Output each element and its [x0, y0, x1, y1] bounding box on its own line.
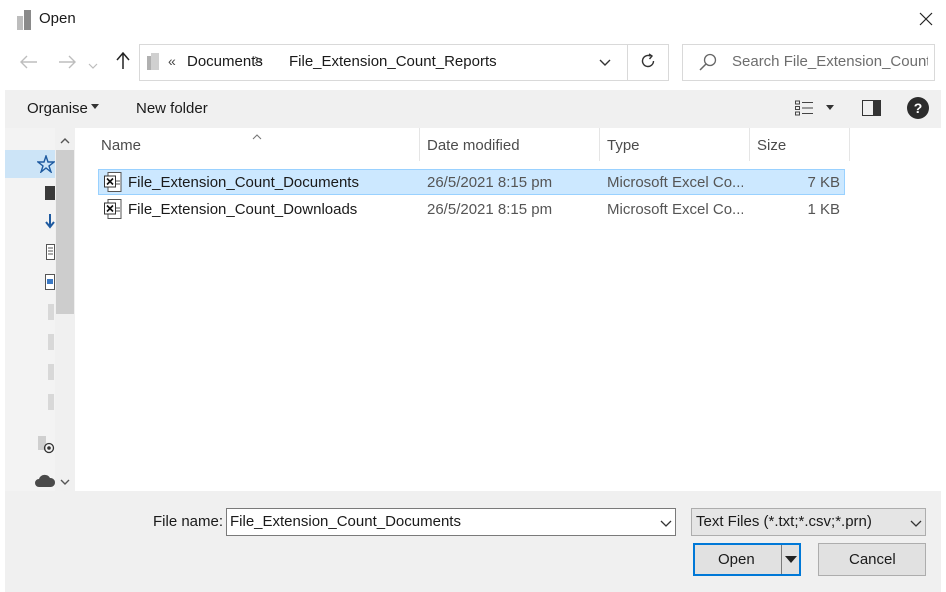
file-type: Microsoft Excel Co... [607, 174, 743, 191]
file-date-modified: 26/5/2021 8:15 pm [427, 201, 553, 218]
folder-icon [147, 53, 159, 71]
organise-button[interactable]: Organise [27, 100, 88, 117]
chevron-down-icon [910, 515, 922, 531]
network-drive-icon[interactable] [37, 436, 55, 457]
excel-csv-icon [104, 199, 122, 219]
column-header-name[interactable]: Name [101, 137, 141, 154]
pictures-icon[interactable] [45, 274, 55, 293]
caret-down-icon [91, 104, 99, 109]
downloads-icon[interactable] [45, 214, 55, 233]
folder-icon[interactable] [48, 394, 54, 413]
arrow-left-icon [20, 53, 38, 74]
column-header-date-modified[interactable]: Date modified [427, 137, 520, 154]
file-name[interactable]: File_Extension_Count_Downloads [128, 201, 357, 218]
column-header-type[interactable]: Type [607, 137, 640, 154]
folder-icon[interactable] [48, 304, 54, 323]
breadcrumb-separator[interactable]: > [254, 52, 263, 69]
file-name-dropdown[interactable] [660, 515, 672, 531]
window-edge [0, 0, 4, 592]
column-divider[interactable] [599, 128, 600, 161]
arrow-right-icon [58, 53, 76, 74]
file-type: Microsoft Excel Co... [607, 201, 743, 218]
refresh-button[interactable] [628, 44, 669, 81]
view-options-dropdown[interactable] [826, 105, 834, 110]
view-details-icon[interactable] [795, 100, 813, 116]
split-divider [781, 545, 782, 574]
column-divider[interactable] [849, 128, 850, 161]
refresh-icon [640, 53, 656, 72]
search-icon [698, 52, 718, 72]
excel-csv-icon [104, 172, 122, 192]
preview-pane-icon[interactable] [862, 100, 881, 116]
chevron-down-icon [598, 59, 612, 75]
star-icon [36, 153, 56, 176]
cloud-icon[interactable] [34, 474, 56, 491]
chevron-up-icon [60, 131, 70, 147]
window-title: Open [39, 10, 76, 27]
column-divider[interactable] [419, 128, 420, 161]
column-header-size[interactable]: Size [757, 137, 786, 154]
help-icon[interactable]: ? [907, 97, 929, 119]
file-name[interactable]: File_Extension_Count_Documents [128, 174, 359, 191]
chevron-down-icon [88, 53, 98, 74]
folder-icon[interactable] [48, 334, 54, 353]
breadcrumb-current-folder[interactable]: File_Extension_Count_Reports [289, 53, 497, 70]
file-name-value[interactable]: File_Extension_Count_Documents [230, 513, 461, 530]
back-button[interactable] [16, 50, 42, 76]
forward-button[interactable] [54, 50, 80, 76]
chevron-down-icon [60, 472, 70, 488]
column-divider[interactable] [749, 128, 750, 161]
scroll-down-button[interactable] [56, 471, 74, 489]
open-options-dropdown[interactable] [785, 556, 797, 563]
breadcrumb-documents[interactable]: Documents [187, 53, 263, 70]
dialog-footer [5, 491, 941, 592]
chevron-down-icon [660, 515, 672, 531]
desktop-icon[interactable] [45, 186, 55, 203]
app-icon [16, 9, 32, 31]
arrow-up-icon [116, 51, 130, 75]
sort-ascending-icon [252, 127, 262, 143]
close-button[interactable] [906, 0, 946, 40]
title-bar [0, 0, 946, 40]
file-date-modified: 26/5/2021 8:15 pm [427, 174, 553, 191]
cancel-button-label[interactable]: Cancel [849, 551, 896, 568]
up-button[interactable] [110, 50, 136, 76]
file-type-value[interactable]: Text Files (*.txt;*.csv;*.prn) [696, 513, 872, 530]
address-history-dropdown[interactable] [598, 52, 616, 72]
documents-icon[interactable] [46, 244, 55, 263]
folder-icon[interactable] [48, 364, 54, 383]
scroll-up-button[interactable] [56, 130, 74, 148]
file-type-dropdown[interactable] [910, 515, 922, 531]
search-input[interactable]: Search File_Extension_Count_... [732, 53, 928, 70]
new-folder-button[interactable]: New folder [136, 100, 208, 117]
recent-locations-button[interactable] [84, 50, 102, 76]
file-size: 1 KB [807, 201, 840, 218]
breadcrumb-overflow[interactable]: « [168, 53, 176, 69]
file-name-label: File name: [153, 513, 224, 530]
close-icon [919, 12, 933, 29]
file-size: 7 KB [807, 174, 840, 191]
scroll-thumb[interactable] [56, 150, 74, 314]
open-button-label[interactable]: Open [718, 551, 755, 568]
